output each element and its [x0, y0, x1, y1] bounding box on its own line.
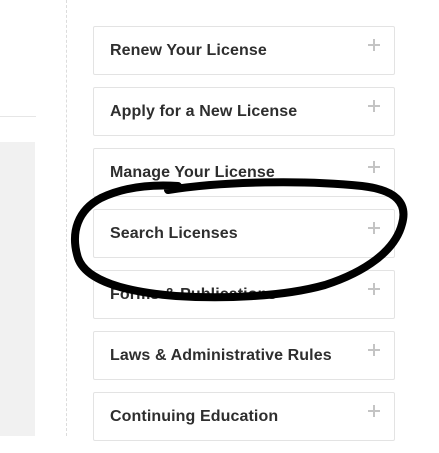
accordion-item-label: Search Licenses	[110, 225, 238, 242]
plus-icon[interactable]	[368, 283, 380, 295]
plus-icon[interactable]	[368, 405, 380, 417]
plus-icon[interactable]	[368, 39, 380, 51]
left-divider-line	[0, 116, 36, 117]
accordion-item-forms-publications[interactable]: Forms & Publications	[93, 270, 395, 319]
plus-icon[interactable]	[368, 344, 380, 356]
accordion-item-label: Forms & Publications	[110, 286, 277, 303]
accordion-item-label: Manage Your License	[110, 164, 275, 181]
accordion-item-search-licenses[interactable]: Search Licenses	[93, 209, 395, 258]
accordion-item-renew-license[interactable]: Renew Your License	[93, 26, 395, 75]
accordion-item-continuing-education[interactable]: Continuing Education	[93, 392, 395, 441]
plus-icon[interactable]	[368, 161, 380, 173]
left-gray-panel	[0, 142, 35, 436]
accordion-item-apply-new-license[interactable]: Apply for a New License	[93, 87, 395, 136]
accordion-item-label: Laws & Administrative Rules	[110, 347, 332, 364]
license-accordion: Renew Your License Apply for a New Licen…	[93, 26, 395, 453]
accordion-item-label: Continuing Education	[110, 408, 279, 425]
accordion-item-label: Apply for a New License	[110, 103, 298, 120]
plus-icon[interactable]	[368, 100, 380, 112]
column-divider	[66, 0, 67, 436]
accordion-item-laws-rules[interactable]: Laws & Administrative Rules	[93, 331, 395, 380]
plus-icon[interactable]	[368, 222, 380, 234]
accordion-item-label: Renew Your License	[110, 42, 267, 59]
accordion-item-manage-license[interactable]: Manage Your License	[93, 148, 395, 197]
